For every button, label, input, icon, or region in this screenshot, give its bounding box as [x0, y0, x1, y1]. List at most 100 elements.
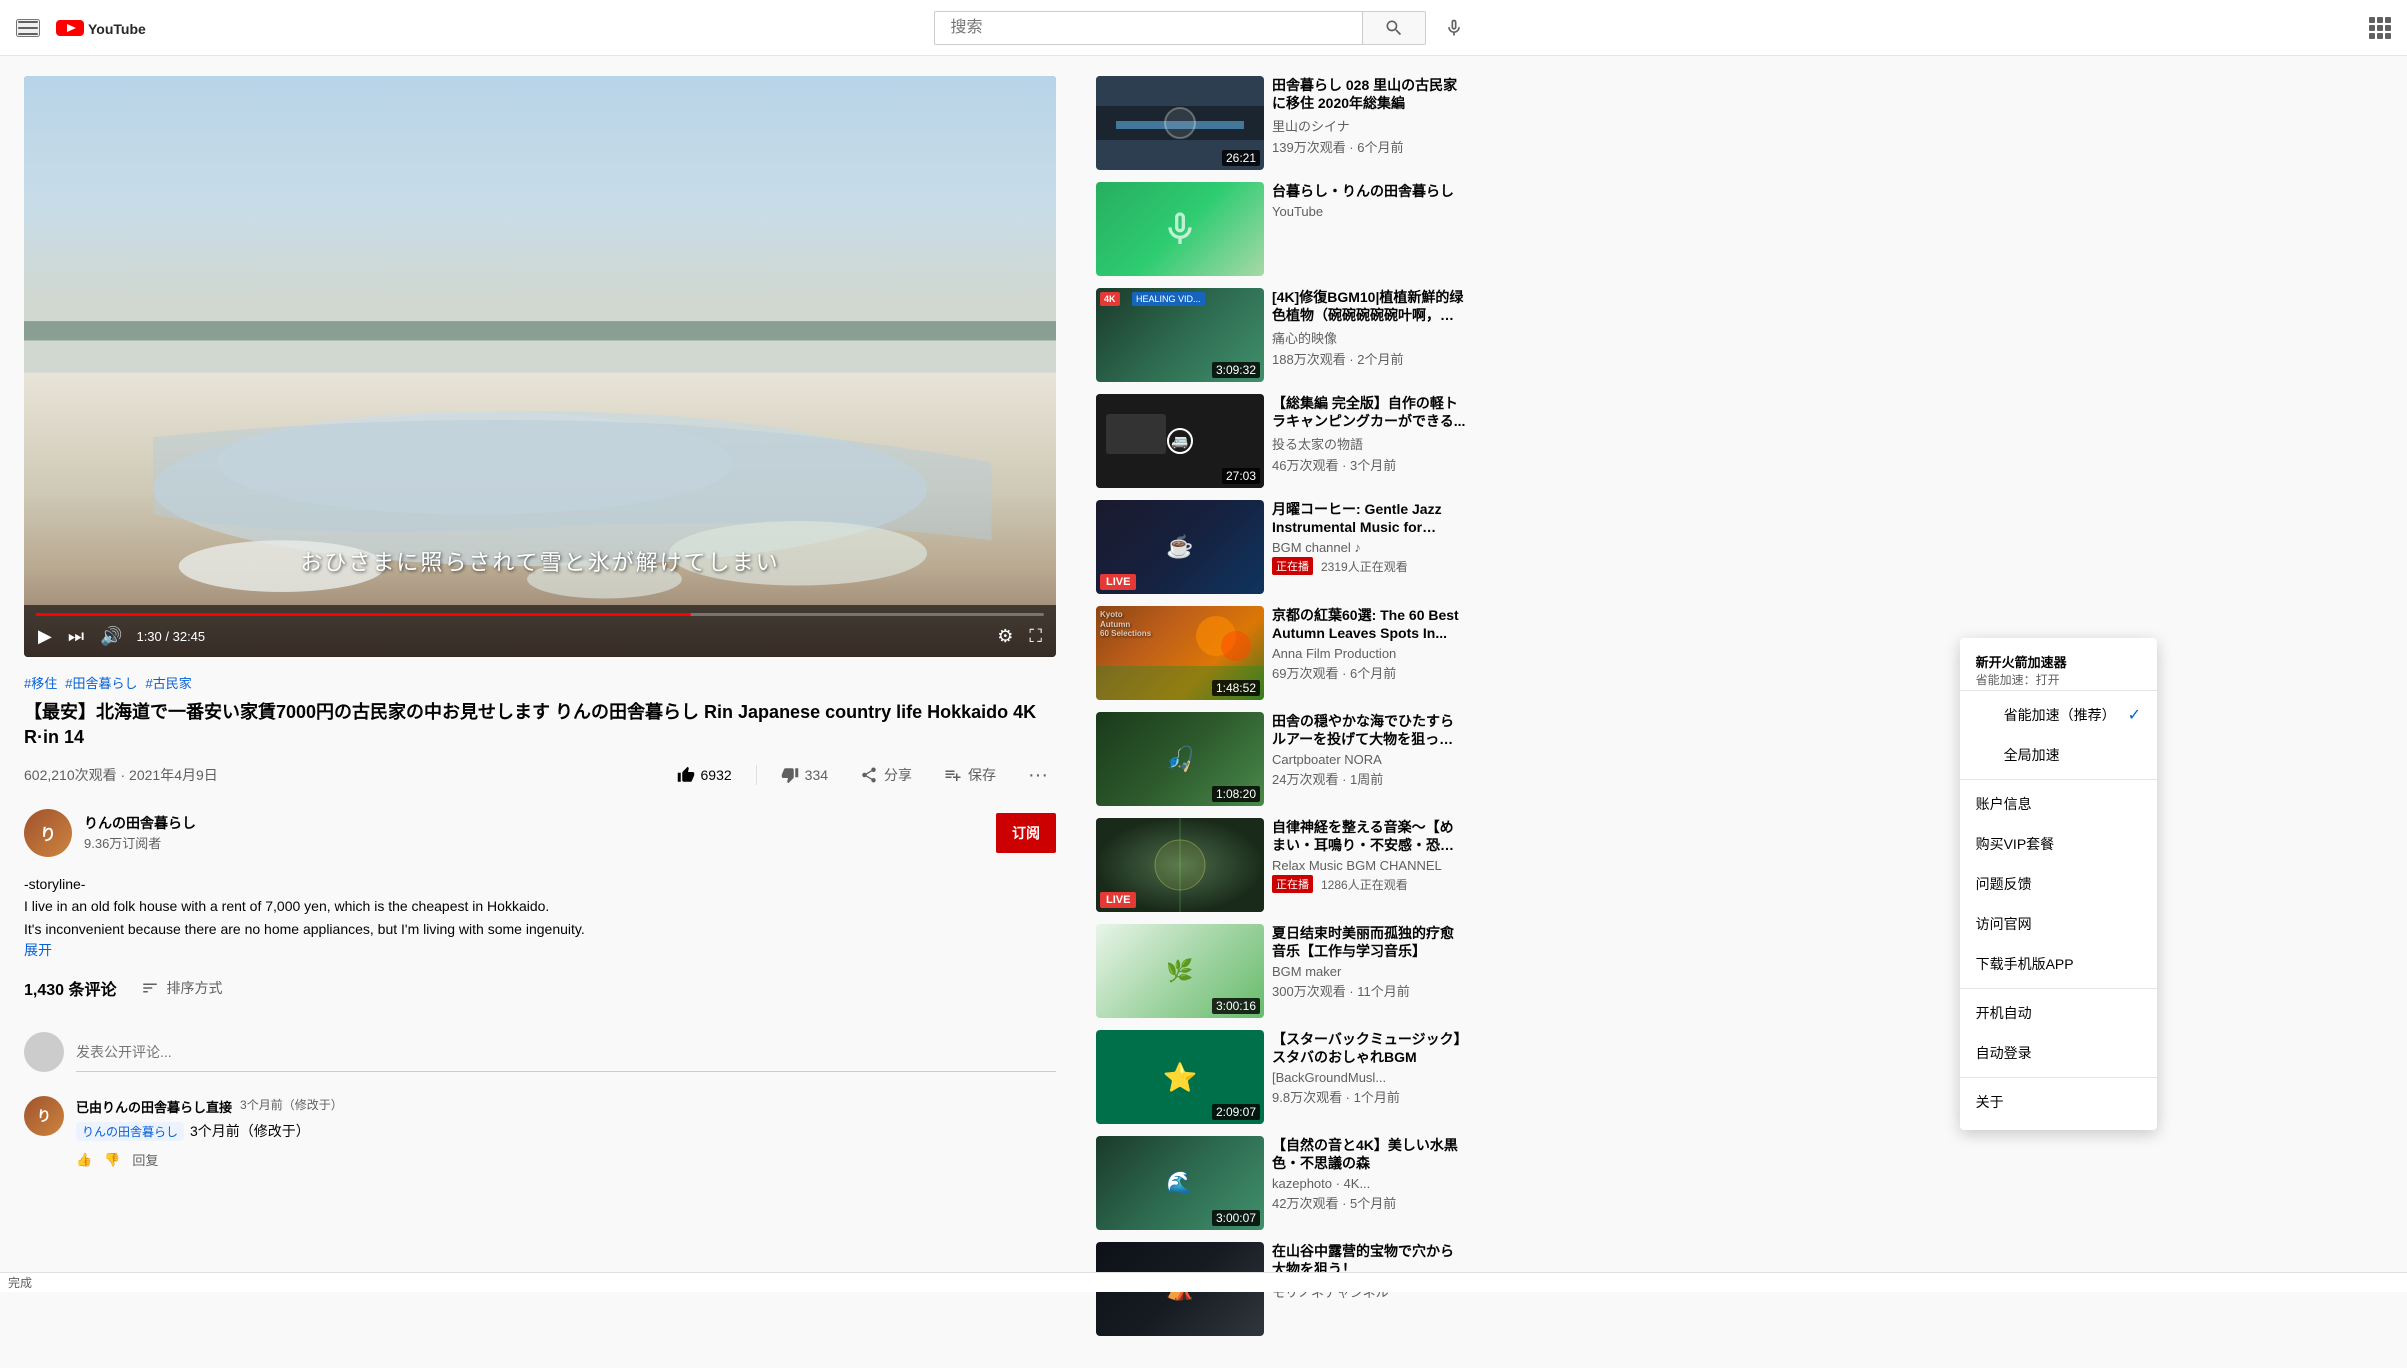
sidebar-channel-2: YouTube [1272, 204, 1466, 219]
sidebar-video-1[interactable]: 26:21 田舎暮らし 028 里山の古民家に移住 2020年総集編 里山のシイ… [1096, 76, 1466, 170]
duration-4: 27:03 [1222, 468, 1260, 484]
menu-item-website[interactable]: 访问官网 [1960, 904, 2157, 944]
share-button[interactable]: 分享 [852, 759, 920, 791]
save-label: 保存 [968, 765, 996, 785]
sidebar-channel-10: [BackGroundMusl... [1272, 1070, 1466, 1085]
sidebar-thumb-11: 🌊 3:00:07 [1096, 1136, 1264, 1230]
menu-item-autologin[interactable]: 自动登录 [1960, 1033, 2157, 1073]
menu-item-account[interactable]: 账户信息 [1960, 784, 2157, 824]
menu-button[interactable] [16, 19, 40, 37]
sidebar-video-6[interactable]: KyotoAutumn60 Selections 1:48:52 京都の紅葉60… [1096, 606, 1466, 700]
save-button[interactable]: 保存 [936, 759, 1004, 791]
expand-button[interactable]: 展开 [24, 942, 52, 958]
apps-button[interactable] [2369, 17, 2391, 39]
tag-2[interactable]: #田舎暮らし [65, 673, 137, 692]
sidebar-video-2[interactable]: 台暮らし・りんの田舎暮らし YouTube [1096, 182, 1466, 276]
comment-time: 3个月前（修改于） [240, 1096, 343, 1113]
sidebar-title-3: [4K]修復BGM10|植植新鮮的绿色植物（碗碗碗碗碗叶啊，河水叫... [1272, 288, 1466, 324]
menu-item-recommend[interactable]: 省能加速（推荐） ✓ [1960, 695, 2157, 735]
sidebar-video-10[interactable]: ⭐ 2:09:07 【スターバックミュージック】スタバのおしゃれBGM [Bac… [1096, 1030, 1466, 1124]
video-controls[interactable]: ▶ ⏭ 🔊 1:30 / 32:45 ⚙ ⛶ [24, 605, 1056, 657]
settings-button[interactable]: ⚙ [995, 624, 1015, 649]
live-badge-5: 正在播 [1272, 557, 1313, 575]
duration-1: 26:21 [1222, 150, 1260, 166]
sidebar-info-3: [4K]修復BGM10|植植新鮮的绿色植物（碗碗碗碗碗叶啊，河水叫... 痛心的… [1272, 288, 1466, 382]
menu-item-global[interactable]: 全局加速 [1960, 735, 2157, 775]
progress-fill [36, 613, 691, 616]
channel-avatar[interactable]: り [24, 809, 72, 857]
sidebar-info-5: 月曜コーヒー: Gentle Jazz Instrumental Music f… [1272, 500, 1466, 594]
comment-text: 3个月前（修改于） [190, 1121, 310, 1142]
comment-reply[interactable]: 回复 [132, 1150, 158, 1169]
search-input[interactable] [934, 11, 1362, 45]
video-player[interactable]: おひさまに照らされて雪と氷が解けてしまい ▶ ⏭ 🔊 1:30 / 32:45 … [24, 76, 1056, 657]
tag-1[interactable]: #移住 [24, 673, 57, 692]
sidebar-thumb-5: ☕ LIVE [1096, 500, 1264, 594]
sidebar-thumb-4: 🚐 27:03 [1096, 394, 1264, 488]
autostart-label: 开机自动 [1976, 1003, 2032, 1023]
channel-row: り りんの田舎暮らし 9.36万订阅者 订阅 [24, 809, 1056, 857]
menu-item-vip[interactable]: 购买VIP套餐 [1960, 824, 2157, 864]
sidebar-meta-3: 188万次观看 · 2个月前 [1272, 349, 1466, 368]
channel-name[interactable]: りんの田舎暮らし [84, 813, 984, 833]
controls-row: ▶ ⏭ 🔊 1:30 / 32:45 ⚙ ⛶ [36, 624, 1044, 649]
reply-tag[interactable]: りんの田舎暮らし [76, 1122, 184, 1141]
menu-item-autostart[interactable]: 开机自动 [1960, 993, 2157, 1033]
menu-item-app[interactable]: 下载手机版APP [1960, 944, 2157, 984]
sidebar-video-3[interactable]: 4K HEALING VID... 3:09:32 [4K]修復BGM10|植植… [1096, 288, 1466, 382]
tag-3[interactable]: #古民家 [145, 673, 191, 692]
menu-global-label: 全局加速 [2004, 745, 2060, 765]
website-label: 访问官网 [1976, 914, 2032, 934]
header-center [216, 8, 2191, 48]
sidebar-meta-9: 300万次观看 · 11个月前 [1272, 981, 1466, 1000]
play-pause-button[interactable]: ▶ [36, 624, 54, 649]
volume-button[interactable]: 🔊 [98, 624, 124, 649]
sidebar-thumb-1: 26:21 [1096, 76, 1264, 170]
fullscreen-button[interactable]: ⛶ [1027, 624, 1044, 649]
sidebar-meta-4: 46万次观看 · 3个月前 [1272, 455, 1466, 474]
menu-item-feedback[interactable]: 问题反馈 [1960, 864, 2157, 904]
mic-button[interactable] [1434, 8, 1474, 48]
sidebar-channel-3: 痛心的映像 [1272, 328, 1466, 347]
sort-button[interactable]: 排序方式 [141, 978, 223, 998]
comments-section: 1,430 条评论 排序方式 り 已由りんの田舎暮らし直接 3个月前（修改于） [24, 976, 1056, 1169]
live-badge-8: 正在播 [1272, 875, 1313, 893]
comment-input[interactable] [76, 1032, 1056, 1072]
dislike-button[interactable]: 334 [773, 760, 836, 790]
sidebar-info-2: 台暮らし・りんの田舎暮らし YouTube [1272, 182, 1466, 276]
sidebar-thumb-9: 🌿 3:00:16 [1096, 924, 1264, 1018]
sidebar-video-4[interactable]: 🚐 27:03 【総集編 完全版】自作の軽トラキャンピングカーができる... 投… [1096, 394, 1466, 488]
more-actions-button[interactable]: ··· [1020, 758, 1056, 793]
sidebar-video-5[interactable]: ☕ LIVE 月曜コーヒー: Gentle Jazz Instrumental … [1096, 500, 1466, 594]
search-button[interactable] [1362, 11, 1426, 45]
sidebar-channel-7: Cartpboater NORA [1272, 752, 1466, 767]
sidebar-title-2: 台暮らし・りんの田舎暮らし [1272, 182, 1466, 200]
subscribe-button[interactable]: 订阅 [996, 813, 1056, 853]
sidebar-video-11[interactable]: 🌊 3:00:07 【自然の音と4K】美しい水黒色・不思議の森 kazephot… [1096, 1136, 1466, 1230]
next-button[interactable]: ⏭ [66, 624, 86, 649]
description-line2: I live in an old folk house with a rent … [24, 895, 1056, 917]
view-count: 602,210次观看 · 2021年4月9日 [24, 765, 218, 785]
video-actions: 6932 334 分享 保存 ··· [669, 758, 1057, 793]
like-count: 6932 [701, 767, 732, 783]
about-label: 关于 [1976, 1092, 2004, 1112]
duration-11: 3:00:07 [1212, 1210, 1260, 1226]
menu-recommend-label: 省能加速（推荐） [2004, 705, 2116, 725]
duration-6: 1:48:52 [1212, 680, 1260, 696]
comment-like[interactable]: 👍 [76, 1152, 92, 1168]
sidebar-video-9[interactable]: 🌿 3:00:16 夏日结束时美丽而孤独的疗愈音乐【工作与学习音乐】 BGM m… [1096, 924, 1466, 1018]
sidebar-title-1: 田舎暮らし 028 里山の古民家に移住 2020年総集編 [1272, 76, 1466, 112]
viewer-count-8: 1286人正在观看 [1321, 876, 1408, 893]
menu-item-about[interactable]: 关于 [1960, 1082, 2157, 1122]
progress-bar[interactable] [36, 613, 1044, 616]
sidebar-thumb-3: 4K HEALING VID... 3:09:32 [1096, 288, 1264, 382]
youtube-logo[interactable]: YouTube [56, 18, 146, 38]
sidebar-meta-6: 69万次观看 · 6个月前 [1272, 663, 1466, 682]
sidebar-video-8[interactable]: LIVE 自律神経を整える音楽〜【めまい・耳鳴り・不安感・恐怖・... Rela… [1096, 818, 1466, 912]
sidebar-channel-4: 投る太家の物語 [1272, 434, 1466, 453]
comment-dislike[interactable]: 👎 [104, 1152, 120, 1168]
like-button[interactable]: 6932 [669, 760, 740, 790]
sidebar-video-7[interactable]: 🎣 1:08:20 田舎の穏やかな海でひたすらルアーを投げて大物を狙ったよ！ C… [1096, 712, 1466, 806]
status-text: 完成 [8, 1274, 32, 1291]
menu-divider-3 [1960, 1077, 2157, 1078]
